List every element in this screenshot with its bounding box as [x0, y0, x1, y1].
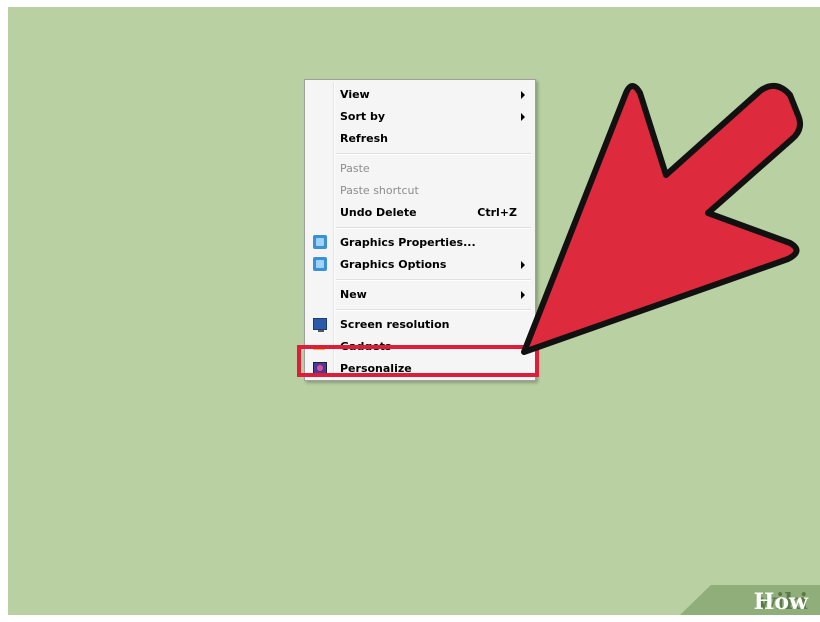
pointer-arrow-icon [521, 82, 803, 355]
desktop[interactable]: View Sort by Refresh Paste Paste shortcu… [8, 7, 820, 615]
watermark-how: How [753, 589, 808, 615]
